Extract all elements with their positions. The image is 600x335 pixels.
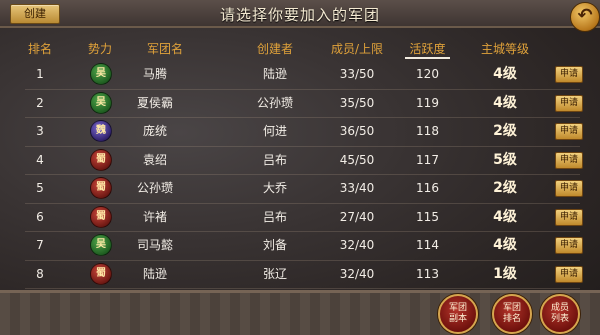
sort-indicator	[405, 57, 450, 59]
city-level-cell: 1级	[493, 265, 517, 282]
rank-cell: 2	[36, 95, 44, 110]
creator-cell: 公孙瓒	[256, 95, 293, 110]
city-level-cell: 2级	[493, 180, 517, 196]
faction-emblem-icon: 蜀	[90, 262, 112, 285]
legion-name-cell: 许褚	[142, 209, 167, 224]
table-row: 6 蜀 许褚 吕布 27/40 115 4级 申请	[0, 203, 600, 231]
creator-cell: 大乔	[262, 181, 287, 195]
members-cell: 45/50	[339, 152, 375, 167]
city-level-cell: 4级	[493, 94, 517, 111]
faction-emblem-icon: 蜀	[90, 177, 112, 199]
button-label-line1: 军团	[502, 303, 521, 313]
members-cell: 32/40	[339, 238, 375, 252]
column-header: 排名	[27, 42, 52, 56]
rank-cell: 6	[36, 209, 44, 224]
members-cell: 33/40	[339, 181, 375, 195]
button-label-line2: 排名	[502, 314, 521, 324]
creator-cell: 吕布	[262, 209, 287, 224]
legion-ranking-button[interactable]: 军团 排名	[492, 294, 532, 334]
creator-cell: 吕布	[262, 152, 287, 167]
legion-name-cell: 马腾	[142, 67, 167, 81]
table-row: 1 吴 马腾 陆逊 33/50 120 4级 申请	[0, 60, 600, 88]
column-header: 主城等级	[480, 42, 529, 56]
table-row: 4 蜀 袁绍 吕布 45/50 117 5级 申请	[0, 146, 600, 174]
creator-cell: 何进	[262, 124, 287, 138]
creator-cell: 张辽	[262, 266, 287, 281]
page-title: 请选择你要加入的军团	[219, 6, 380, 24]
back-arrow-icon[interactable]: ↶	[570, 2, 600, 32]
city-level-cell: 5级	[493, 151, 517, 168]
city-level-cell: 2级	[493, 123, 517, 139]
legion-name-cell: 公孙瓒	[136, 181, 173, 195]
creator-cell: 刘备	[262, 238, 287, 252]
row-divider	[25, 288, 580, 289]
faction-emblem-icon: 吴	[90, 234, 112, 256]
button-label-line1: 军团	[448, 303, 467, 313]
rank-cell: 3	[36, 124, 44, 138]
legion-name-cell: 陆逊	[142, 266, 167, 281]
top-bar: 创建 请选择你要加入的军团 ↶	[0, 0, 600, 32]
column-header: 创建者	[256, 42, 293, 56]
members-cell: 33/50	[339, 67, 375, 81]
member-list-button[interactable]: 成员 列表	[540, 294, 580, 334]
table-row: 3 魏 庞统 何进 36/50 118 2级 申请	[0, 117, 600, 145]
apply-button[interactable]: 申请	[555, 123, 583, 140]
activity-cell: 118	[416, 124, 439, 138]
legion-name-cell: 袁绍	[142, 152, 167, 167]
table-row: 5 蜀 公孙瓒 大乔 33/40 116 2级 申请	[0, 174, 600, 202]
rank-cell: 4	[36, 152, 44, 167]
faction-emblem-icon: 蜀	[90, 205, 112, 228]
rank-cell: 5	[36, 181, 44, 195]
faction-emblem-icon: 蜀	[90, 148, 112, 171]
activity-cell: 114	[416, 238, 439, 252]
apply-button[interactable]: 申请	[555, 237, 583, 254]
faction-emblem-icon: 吴	[90, 63, 112, 85]
members-cell: 27/40	[339, 209, 375, 224]
apply-button[interactable]: 申请	[555, 208, 583, 226]
members-cell: 32/40	[339, 266, 375, 281]
column-header[interactable]: 活跃度	[405, 40, 450, 57]
city-level-cell: 4级	[493, 66, 517, 82]
button-label-line2: 列表	[550, 314, 569, 324]
members-cell: 36/50	[339, 124, 375, 138]
game-screen: 创建 请选择你要加入的军团 ↶ 排名 势力 军团名 创建者 成员/上限 活跃度 主城等级 1…	[0, 0, 600, 335]
apply-button[interactable]: 申请	[555, 94, 583, 112]
creator-cell: 陆逊	[262, 67, 287, 81]
activity-cell: 115	[416, 209, 439, 224]
legion-name-cell: 夏侯霸	[136, 95, 173, 110]
activity-cell: 117	[416, 152, 439, 167]
column-header: 势力	[87, 42, 112, 56]
members-cell: 35/50	[339, 95, 375, 110]
apply-button[interactable]: 申请	[555, 265, 583, 283]
legion-dungeon-button[interactable]: 军团 副本	[438, 294, 478, 334]
legion-name-cell: 庞统	[142, 124, 167, 138]
apply-button[interactable]: 申请	[555, 66, 583, 83]
button-label-line1: 成员	[550, 303, 569, 313]
column-header: 成员/上限	[330, 42, 384, 56]
faction-emblem-icon: 吴	[90, 91, 112, 114]
table-row: 2 吴 夏侯霸 公孙瓒 35/50 119 4级 申请	[0, 89, 600, 117]
faction-emblem-icon: 魏	[90, 120, 112, 142]
column-header: 军团名	[146, 42, 183, 56]
activity-cell: 119	[416, 95, 439, 110]
rank-cell: 7	[36, 238, 44, 252]
activity-cell: 116	[416, 181, 439, 195]
button-label-line2: 副本	[448, 314, 467, 324]
legion-name-cell: 司马懿	[136, 238, 173, 252]
table-row: 7 吴 司马懿 刘备 32/40 114 4级 申请	[0, 231, 600, 259]
apply-button[interactable]: 申请	[555, 151, 583, 169]
rank-cell: 8	[36, 266, 44, 281]
apply-button[interactable]: 申请	[555, 180, 583, 197]
city-level-cell: 4级	[493, 208, 517, 225]
rank-cell: 1	[36, 67, 44, 81]
activity-cell: 113	[416, 266, 439, 281]
activity-cell: 120	[416, 67, 439, 81]
city-level-cell: 4级	[493, 237, 517, 253]
table-row: 8 蜀 陆逊 张辽 32/40 113 1级 申请	[0, 260, 600, 288]
